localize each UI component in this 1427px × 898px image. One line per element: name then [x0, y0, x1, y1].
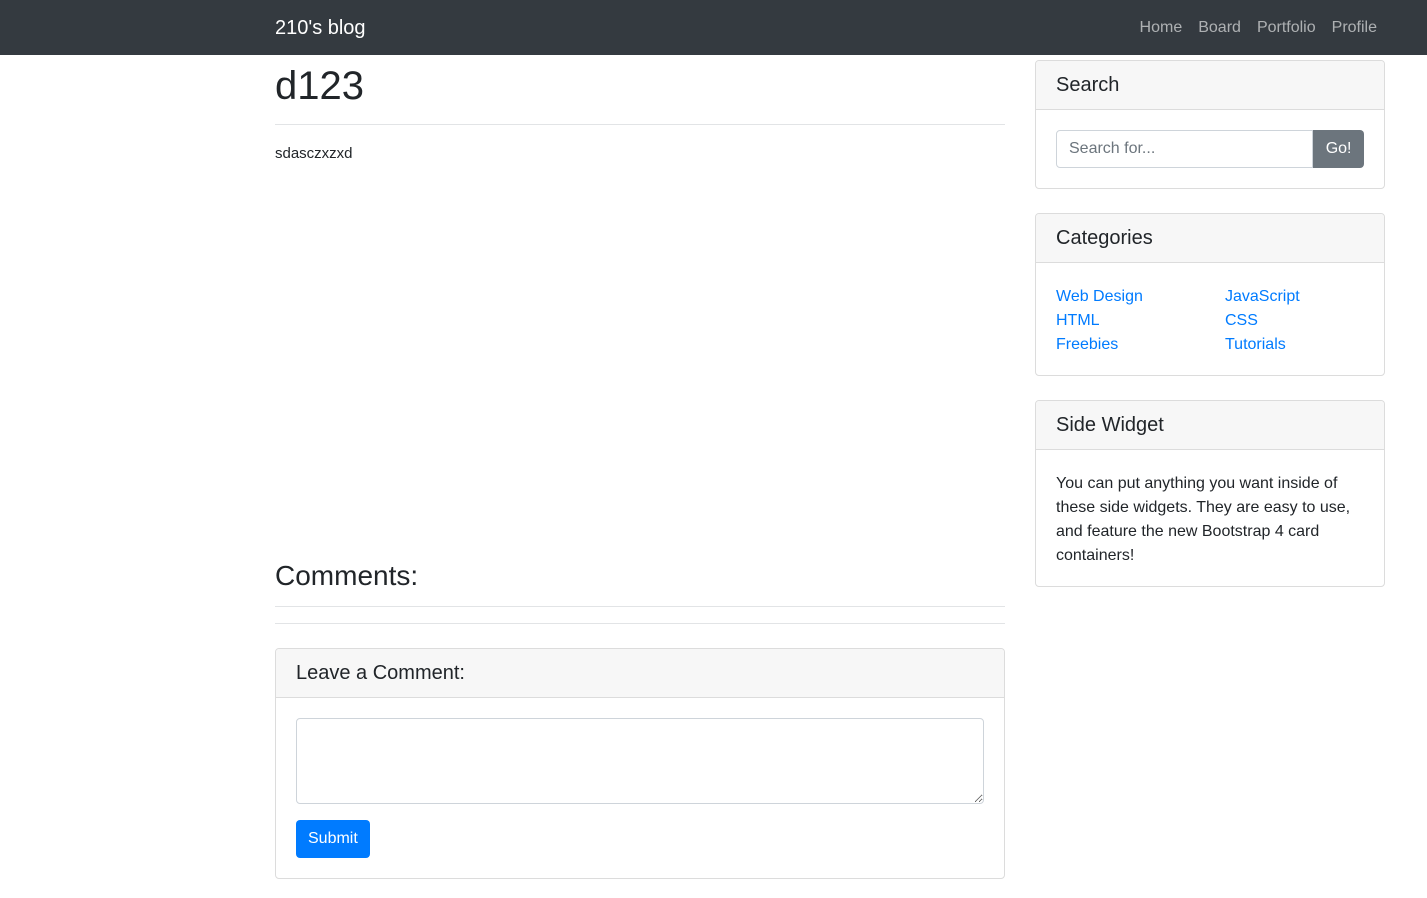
- comment-textarea[interactable]: [296, 718, 984, 804]
- side-widget-text: You can put anything you want inside of …: [1056, 475, 1351, 564]
- submit-button[interactable]: Submit: [296, 820, 370, 858]
- comments-title: Comments:: [275, 560, 419, 591]
- nav-links: Home Board Portfolio Profile: [1140, 16, 1377, 40]
- comment-form-body: Submit: [276, 698, 1004, 878]
- comments-list-divider: [275, 623, 1005, 624]
- search-group: Go!: [1056, 130, 1364, 168]
- categories-list: Web Design JavaScript HTML CSS Freebies …: [1056, 283, 1364, 357]
- category-link-html[interactable]: HTML: [1056, 309, 1225, 333]
- comments-divider: [275, 606, 1005, 607]
- categories-card: Categories Web Design JavaScript HTML CS…: [1035, 213, 1385, 376]
- comment-form-card: Leave a Comment: Submit: [275, 648, 1005, 879]
- category-link-javascript[interactable]: JavaScript: [1225, 285, 1365, 309]
- categories-card-title: Categories: [1036, 214, 1384, 263]
- search-go-button[interactable]: Go!: [1313, 130, 1364, 168]
- nav-link-board[interactable]: Board: [1198, 16, 1241, 40]
- nav-link-home[interactable]: Home: [1140, 16, 1183, 40]
- brand-link[interactable]: 210's blog: [275, 14, 366, 42]
- category-link-css[interactable]: CSS: [1225, 309, 1365, 333]
- search-card-body: Go!: [1036, 110, 1384, 188]
- nav-link-portfolio[interactable]: Portfolio: [1257, 16, 1316, 40]
- comment-form-title: Leave a Comment:: [276, 649, 1004, 698]
- side-widget-body: You can put anything you want inside of …: [1036, 450, 1384, 586]
- category-link-web-design[interactable]: Web Design: [1056, 285, 1225, 309]
- search-card: Search Go!: [1035, 60, 1385, 189]
- top-navbar: 210's blog Home Board Portfolio Profile: [0, 0, 1427, 55]
- search-input[interactable]: [1056, 130, 1314, 168]
- search-card-title: Search: [1036, 61, 1384, 110]
- categories-card-body: Web Design JavaScript HTML CSS Freebies …: [1036, 263, 1384, 375]
- category-link-tutorials[interactable]: Tutorials: [1225, 333, 1365, 357]
- post-divider: [275, 124, 1005, 125]
- post-body: sdasczxzxd: [275, 145, 353, 162]
- side-widget-card: Side Widget You can put anything you wan…: [1035, 400, 1385, 587]
- nav-link-profile[interactable]: Profile: [1332, 16, 1377, 40]
- post-title: d123: [275, 64, 364, 108]
- side-widget-title: Side Widget: [1036, 401, 1384, 450]
- category-link-freebies[interactable]: Freebies: [1056, 333, 1225, 357]
